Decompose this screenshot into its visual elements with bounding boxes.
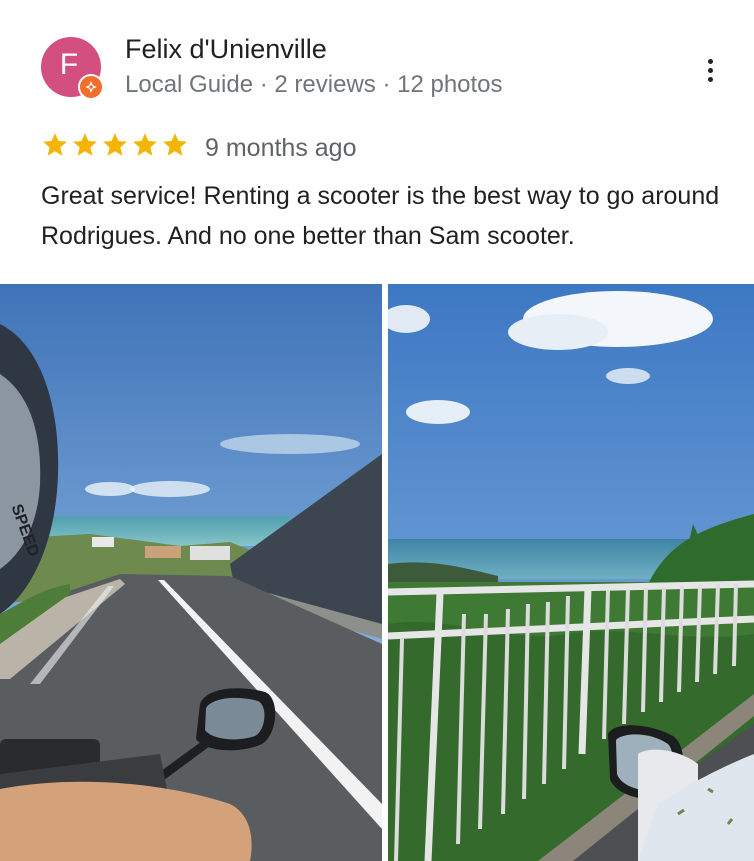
local-guide-badge-icon [78, 74, 104, 100]
photo-road-helmet-mirror: SPEED [0, 284, 382, 861]
star-icon [43, 133, 67, 156]
star-icon [73, 133, 97, 156]
reviewer-meta: Local Guide · 2 reviews · 12 photos [125, 71, 503, 98]
more-vert-icon [707, 58, 713, 64]
star-rating [41, 131, 189, 159]
review-photo-1[interactable]: SPEED [0, 284, 382, 861]
star-icon [133, 133, 157, 156]
more-vert-dot [707, 67, 713, 73]
review-photo-2[interactable] [388, 284, 754, 861]
reviewer-name[interactable]: Felix d'Unienville [125, 34, 327, 65]
review-text: Great service! Renting a scooter is the … [41, 182, 720, 250]
photo-railing-ocean-view [388, 284, 754, 861]
more-options-button[interactable] [694, 52, 726, 88]
review-date: 9 months ago [205, 134, 357, 162]
more-vert-dot [707, 76, 713, 82]
star-icon [163, 133, 187, 156]
star-icon [103, 133, 127, 156]
avatar-initial: F [59, 48, 79, 81]
